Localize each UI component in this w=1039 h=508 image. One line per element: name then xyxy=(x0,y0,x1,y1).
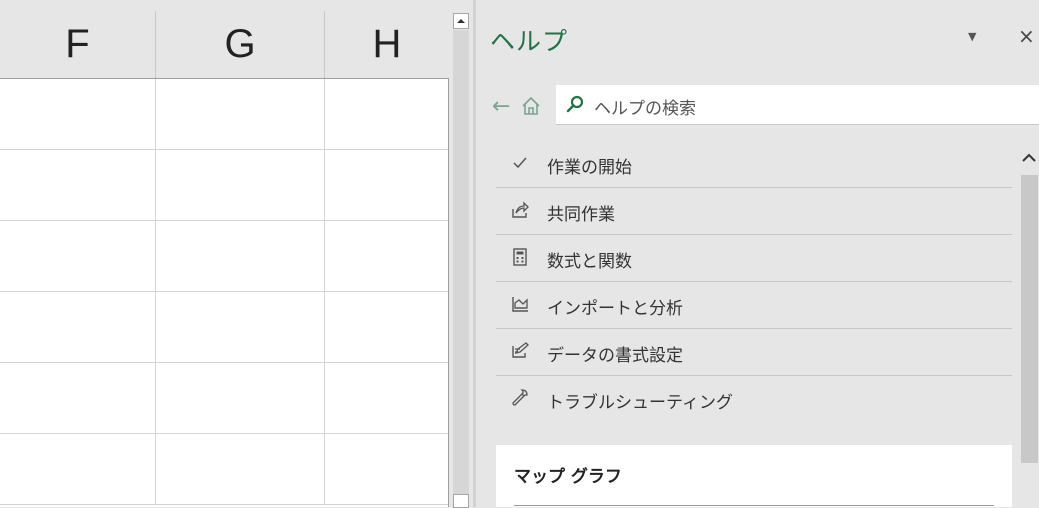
column-header-g[interactable]: G xyxy=(156,11,325,78)
topic-label: データの書式設定 xyxy=(547,346,683,366)
sheet-row xyxy=(0,434,449,505)
scroll-down-button[interactable] xyxy=(453,494,469,508)
cell[interactable] xyxy=(325,363,449,433)
cell[interactable] xyxy=(0,292,156,362)
topic-label: 共同作業 xyxy=(547,205,615,225)
cell[interactable] xyxy=(0,150,156,220)
cell[interactable] xyxy=(156,150,325,220)
calculator-icon xyxy=(513,248,527,266)
share-icon xyxy=(512,201,529,218)
cell[interactable] xyxy=(156,292,325,362)
card-divider xyxy=(514,505,994,506)
cell[interactable] xyxy=(325,434,449,504)
scrollbar-thumb[interactable] xyxy=(1021,175,1038,463)
scroll-up-button[interactable] xyxy=(453,13,469,29)
pane-options-button[interactable]: ▼ xyxy=(968,30,976,43)
close-button[interactable]: × xyxy=(1018,24,1035,48)
worksheet-grid[interactable]: F G H xyxy=(0,0,449,507)
help-pane-scrollbar[interactable] xyxy=(1018,133,1039,507)
sheet-row xyxy=(0,292,449,363)
wrench-icon xyxy=(512,389,528,406)
search-icon xyxy=(566,95,584,113)
help-topic-list: 作業の開始 共同作業 数式と関数 インポートと分析 データの書式設定 トラブルシ… xyxy=(496,141,1012,423)
cell[interactable] xyxy=(156,221,325,291)
help-pane: ヘルプ ▼ × ← ヘルプの検索 作業の開始 共同作業 数式と関数 インポートと… xyxy=(476,0,1039,507)
topic-formulas[interactable]: 数式と関数 xyxy=(496,235,1012,282)
topic-label: 作業の開始 xyxy=(547,158,632,178)
back-button[interactable]: ← xyxy=(492,94,510,119)
topic-troubleshooting[interactable]: トラブルシューティング xyxy=(496,376,1012,423)
column-header-h[interactable]: H xyxy=(325,11,449,78)
cell[interactable] xyxy=(156,434,325,504)
topic-collaborate[interactable]: 共同作業 xyxy=(496,188,1012,235)
cell[interactable] xyxy=(325,221,449,291)
sheet-row xyxy=(0,79,449,150)
featured-topic-card[interactable]: マップ グラフ xyxy=(496,445,1012,507)
help-pane-title: ヘルプ xyxy=(490,27,569,56)
home-icon[interactable] xyxy=(520,95,542,117)
sheet-row xyxy=(0,363,449,434)
cell[interactable] xyxy=(156,79,325,149)
column-header-f[interactable]: F xyxy=(0,11,156,78)
cell[interactable] xyxy=(0,79,156,149)
card-title: マップ グラフ xyxy=(514,467,622,487)
help-search-box[interactable]: ヘルプの検索 xyxy=(556,85,1039,125)
sheet-row xyxy=(0,221,449,292)
cell[interactable] xyxy=(325,292,449,362)
topic-label: 数式と関数 xyxy=(547,252,632,272)
cell[interactable] xyxy=(325,79,449,149)
sheet-top-strip xyxy=(0,0,449,11)
search-placeholder: ヘルプの検索 xyxy=(594,99,696,119)
chevron-up-icon[interactable] xyxy=(1020,149,1038,167)
sheet-vertical-scrollbar[interactable] xyxy=(449,0,473,508)
topic-getting-started[interactable]: 作業の開始 xyxy=(496,141,1012,188)
topic-label: インポートと分析 xyxy=(547,299,683,319)
cell[interactable] xyxy=(325,150,449,220)
sheet-row xyxy=(0,150,449,221)
scrollbar-track[interactable] xyxy=(453,30,469,495)
chart-icon xyxy=(512,297,528,312)
topic-label: トラブルシューティング xyxy=(547,393,733,413)
cell[interactable] xyxy=(156,363,325,433)
cell[interactable] xyxy=(0,363,156,433)
checkmark-icon xyxy=(513,157,527,169)
topic-format-data[interactable]: データの書式設定 xyxy=(496,329,1012,376)
arrow-up-icon xyxy=(457,19,465,23)
topic-import-analyze[interactable]: インポートと分析 xyxy=(496,282,1012,329)
format-icon xyxy=(512,342,529,358)
cell[interactable] xyxy=(0,434,156,504)
column-header-row: F G H xyxy=(0,11,449,79)
cell[interactable] xyxy=(0,221,156,291)
